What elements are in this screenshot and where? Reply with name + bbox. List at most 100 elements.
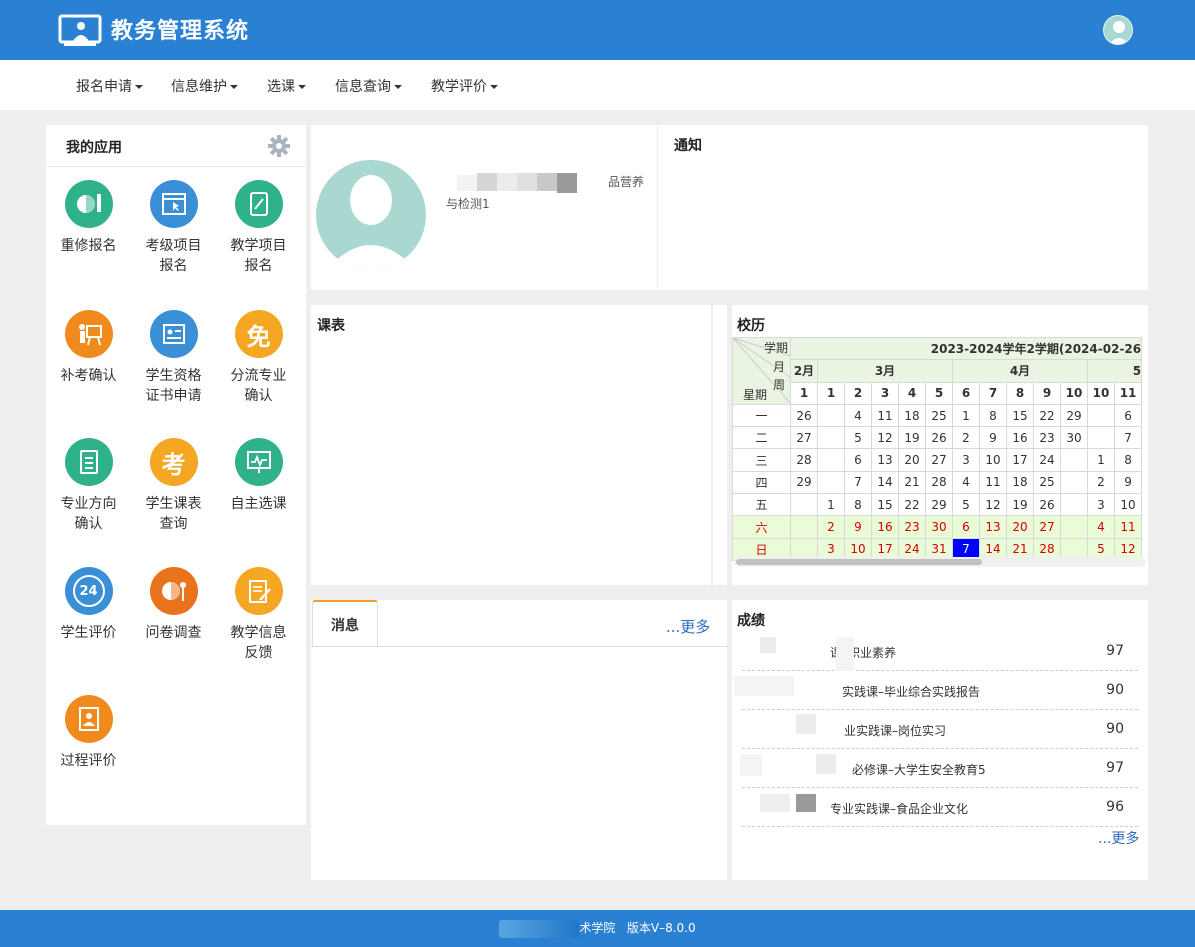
calendar-day-cell: 5 xyxy=(844,426,872,450)
app-tile[interactable]: 学生资格 证书申请 xyxy=(131,310,216,406)
calendar-day-cell: 7 xyxy=(1113,426,1143,450)
calendar-day-cell: 24 xyxy=(1033,448,1061,472)
calendar-day-cell: 27 xyxy=(1033,515,1061,539)
calendar-day-cell xyxy=(817,426,845,450)
top-bar: 教务管理系统 xyxy=(0,0,1195,60)
calendar-day-cell: 20 xyxy=(898,448,926,472)
calendar-day-cell: 25 xyxy=(925,403,953,428)
calendar-day-cell xyxy=(1060,470,1088,495)
app-label: 自主选课 xyxy=(230,496,287,512)
nav-info-query-menu[interactable]: 信息查询 xyxy=(335,76,402,96)
calendar-day-cell: 10 xyxy=(1113,493,1143,517)
nav-bar: 报名申请 信息维护 选课 信息查询 教学评价 xyxy=(0,60,1195,110)
calendar-day-cell: 2 xyxy=(1087,470,1115,495)
app-label: 学生资格 证书申请 xyxy=(145,368,202,404)
week-number-cell: 6 xyxy=(952,381,980,405)
weekday-cell: 六 xyxy=(732,515,791,539)
blurred-school-name xyxy=(499,919,580,938)
scrollbar-thumb[interactable] xyxy=(736,559,982,565)
app-title: 教务管理系统 xyxy=(111,19,250,44)
calendar-day-cell: 4 xyxy=(1087,515,1115,539)
messages-more-link[interactable]: ...更多 xyxy=(666,616,710,637)
app-tile[interactable]: 24 学生评价 xyxy=(46,567,131,643)
calendar-day-cell: 25 xyxy=(1033,470,1061,495)
weekday-cell: 五 xyxy=(732,493,791,517)
weekday-cell: 四 xyxy=(732,470,791,495)
calendar-day-cell: 26 xyxy=(790,403,818,428)
app-tile[interactable]: 自主选课 xyxy=(216,438,301,514)
book-pen-icon xyxy=(234,180,283,228)
app-tile[interactable]: 教学项目 报名 xyxy=(216,180,301,276)
chevron-down-icon xyxy=(135,85,143,89)
app-tile[interactable]: 免分流专业 确认 xyxy=(216,310,301,406)
logo-icon xyxy=(58,13,102,47)
calendar-day-cell xyxy=(1060,448,1088,472)
calendar-day-cell: 17 xyxy=(1006,448,1034,472)
nav-signup-menu[interactable]: 报名申请 xyxy=(76,76,143,96)
calendar-day-cell xyxy=(1087,426,1115,450)
user-avatar[interactable] xyxy=(1103,15,1133,45)
calendar-day-cell xyxy=(790,515,818,539)
divider xyxy=(46,166,306,167)
footer-version: 版本V–8.0.0 xyxy=(626,921,696,935)
profile-major-line1: 品营养 xyxy=(608,175,645,189)
grades-panel: 成绩 课–职业素养 97 实践课–毕业综合实践报告 90 业实践课–岗位实习 90 必修课–… xyxy=(732,600,1148,880)
app-tile[interactable]: 重修报名 xyxy=(46,180,131,256)
nav-info-maintain-menu[interactable]: 信息维护 xyxy=(171,76,238,96)
calendar-scrollbar[interactable] xyxy=(734,557,1146,567)
gear-icon[interactable] xyxy=(268,135,290,161)
week-number-cell: 1 xyxy=(790,381,818,405)
calendar-day-cell xyxy=(817,448,845,472)
calendar-day-cell: 27 xyxy=(925,448,953,472)
grades-title: 成绩 xyxy=(737,613,765,629)
grade-row: 实践课–毕业综合实践报告 90 xyxy=(742,671,1138,710)
corner-weekday-label: 星期 xyxy=(743,388,768,402)
app-tile[interactable]: 问卷调查 xyxy=(131,567,216,643)
calendar-day-cell: 3 xyxy=(1087,493,1115,517)
app-tile[interactable]: 专业方向 确认 xyxy=(46,438,131,534)
grade-score: 90 xyxy=(1106,721,1124,737)
month-header: 2月 xyxy=(790,359,818,383)
week-number-cell: 3 xyxy=(871,381,899,405)
app-tile[interactable]: 过程评价 xyxy=(46,695,131,771)
corner-term-label: 学期 xyxy=(763,341,788,355)
calendar-day-cell: 2 xyxy=(952,426,980,450)
nav-teaching-eval-menu[interactable]: 教学评价 xyxy=(431,76,498,96)
calendar-day-cell: 21 xyxy=(898,470,926,495)
calendar-day-cell: 18 xyxy=(898,403,926,428)
footer: 术学院 版本V–8.0.0 xyxy=(0,910,1195,947)
calendar-day-cell: 13 xyxy=(871,448,899,472)
blurred-name xyxy=(457,175,477,191)
nav-course-select-menu[interactable]: 选课 xyxy=(267,76,306,96)
calendar-day-cell: 7 xyxy=(844,470,872,495)
window-cursor-icon xyxy=(149,180,198,228)
calendar-day-cell: 1 xyxy=(952,403,980,428)
calendar-day-cell xyxy=(1060,493,1088,517)
app-tile[interactable]: 补考确认 xyxy=(46,310,131,386)
calendar-day-cell: 16 xyxy=(871,515,899,539)
calendar-day-cell: 6 xyxy=(1113,403,1143,428)
calendar-day-cell xyxy=(817,403,845,428)
grade-row: 必修课–大学生安全教育5 97 xyxy=(742,749,1138,788)
calendar-day-cell: 28 xyxy=(925,470,953,495)
calendar-day-cell: 29 xyxy=(1060,403,1088,428)
calendar-day-cell: 8 xyxy=(844,493,872,517)
month-header: 4月 xyxy=(952,359,1088,383)
tab-messages[interactable]: 消息 xyxy=(312,600,378,646)
calendar-day-cell: 20 xyxy=(1006,515,1034,539)
calendar-day-cell: 12 xyxy=(979,493,1007,517)
calendar-day-cell: 11 xyxy=(979,470,1007,495)
calendar-day-cell xyxy=(790,493,818,517)
certificate-icon xyxy=(149,310,198,358)
app-tile[interactable]: 教学信息 反馈 xyxy=(216,567,301,663)
weekday-cell: 一 xyxy=(732,403,791,428)
calendar-day-cell xyxy=(1060,515,1088,539)
app-tile[interactable]: 考学生课表 查询 xyxy=(131,438,216,534)
profile-major-line2: 与检测1 xyxy=(446,197,490,211)
notice-title: 通知 xyxy=(674,138,702,154)
app-tile[interactable]: 考级项目 报名 xyxy=(131,180,216,276)
grades-more-link[interactable]: ...更多 xyxy=(1098,828,1139,848)
notepad-pen-icon xyxy=(234,567,283,615)
clipboard-exam-icon: 考 xyxy=(149,438,198,486)
calendar-day-cell: 30 xyxy=(925,515,953,539)
